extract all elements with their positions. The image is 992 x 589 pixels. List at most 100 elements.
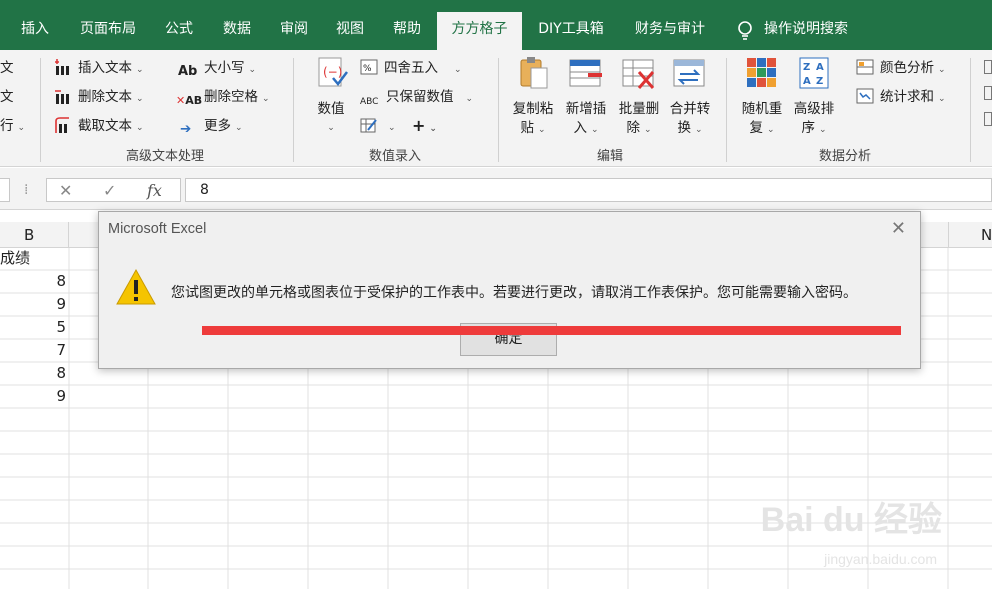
baidu-watermark-url: jingyan.baidu.com [824, 551, 937, 567]
cut-item-1[interactable]: 文 [0, 57, 14, 79]
svg-text:Z: Z [816, 76, 823, 87]
add-insert-line1: 新增插 [565, 101, 607, 117]
tab-page-layout[interactable]: 页面布局 [70, 12, 146, 50]
cancel-icon[interactable]: ✕ [59, 181, 72, 200]
value-icon: (−) [318, 57, 348, 87]
delete-spaces-button[interactable]: ✕AB 删除空格 ⌄ [176, 86, 270, 108]
tab-insert[interactable]: 插入 [10, 12, 60, 50]
keep-numbers-label: 只保留数值 [386, 89, 454, 105]
color-analysis-icon [856, 59, 874, 75]
tab-finance-audit[interactable]: 财务与审计 [624, 12, 716, 50]
add-insert-line2: 入 [573, 120, 587, 136]
cut-item-2[interactable]: 文 [0, 86, 14, 108]
dialog-message: 您试图更改的单元格或图表位于受保护的工作表中。若要进行更改，请取消工作表保护。您… [171, 285, 857, 301]
advanced-sort-line2: 序 [801, 120, 815, 136]
abc-icon: ABC [360, 97, 379, 107]
plus-button[interactable]: + ⌄ [412, 115, 437, 137]
svg-text:A: A [803, 76, 811, 87]
ribbon: 文 文 行 ⌄ 插入文本 ⌄ 删除文本 ⌄ 截取文本 ⌄ Ab 大小写 ⌄ ✕AB 删除空格 ⌄… [0, 50, 992, 167]
cell-b7[interactable]: 9 [0, 385, 66, 408]
case-label: 大小写 [204, 60, 245, 76]
svg-text:Z: Z [803, 62, 810, 73]
stats-sum-icon [856, 88, 874, 104]
cut-item-3[interactable]: 行 ⌄ [0, 115, 25, 137]
cell-b4[interactable]: 5 [0, 316, 66, 339]
arrow-right-icon: ➔ [180, 121, 192, 137]
stats-sum-button[interactable]: 统计求和 ⌄ [856, 86, 946, 108]
formula-input[interactable]: 8 [185, 178, 992, 202]
copy-paste-line2: 贴 [520, 120, 534, 136]
delete-text-button[interactable]: 删除文本 ⌄ [54, 86, 144, 108]
clipboard-icon [520, 57, 548, 89]
edit-values-button[interactable]: ⌄ [360, 115, 396, 137]
copy-paste-line1: 复制粘 [512, 101, 554, 117]
more-button[interactable]: ➔ 更多 ⌄ [180, 115, 243, 137]
group-label-edit: 编辑 [596, 149, 623, 164]
delete-spaces-label: 删除空格 [204, 89, 258, 105]
extract-text-label: 截取文本 [78, 118, 132, 134]
tell-me-search[interactable]: 操作说明搜索 [764, 12, 868, 50]
cell-b2[interactable]: 8 [0, 270, 66, 293]
extract-text-button[interactable]: 截取文本 ⌄ [54, 115, 144, 137]
plus-label: + [412, 116, 426, 135]
delete-spaces-icon: ✕AB [176, 94, 203, 107]
value-label: 数值 [317, 101, 345, 117]
random-repeat-button[interactable]: 随机重 复 ⌄ [737, 56, 787, 140]
cell-b3[interactable]: 9 [0, 293, 66, 316]
group-label-text: 高级文本处理 [125, 149, 204, 164]
color-analysis-button[interactable]: 颜色分析 ⌄ [856, 57, 946, 79]
column-header-n[interactable]: N [948, 222, 992, 248]
close-icon[interactable]: ✕ [891, 218, 906, 239]
color-analysis-label: 颜色分析 [880, 60, 934, 76]
name-box[interactable] [0, 178, 10, 202]
group-label-analysis: 数据分析 [818, 149, 871, 164]
tab-diy-toolbox[interactable]: DIY工具箱 [528, 12, 614, 50]
column-header-b[interactable]: B [0, 222, 69, 248]
merge-convert-line2: 换 [677, 120, 691, 136]
dialog-title: Microsoft Excel [108, 221, 207, 237]
stats-sum-label: 统计求和 [880, 89, 934, 105]
warning-icon [116, 268, 156, 305]
more-label: 更多 [204, 118, 231, 134]
formula-bar: ⁞ ✕ ✓ fx 8 [0, 168, 992, 210]
random-repeat-line1: 随机重 [741, 101, 783, 117]
keep-numbers-button[interactable]: ABC 只保留数值 ⌄ [360, 86, 473, 108]
cut-item-3-label: 行 [0, 118, 14, 134]
tab-view[interactable]: 视图 [326, 12, 374, 50]
grid-pencil-icon [360, 118, 377, 133]
insert-text-label: 插入文本 [78, 60, 132, 76]
batch-delete-button[interactable]: 批量删 除 ⌄ [614, 56, 664, 140]
batch-delete-icon [622, 59, 655, 89]
confirm-icon[interactable]: ✓ [103, 181, 116, 200]
dialog-body: 您试图更改的单元格或图表位于受保护的工作表中。若要进行更改，请取消工作表保护。您… [99, 250, 920, 368]
copy-paste-button[interactable]: 复制粘 贴 ⌄ [508, 56, 558, 140]
lightbulb-icon [738, 21, 752, 40]
round-label: 四舍五入 [384, 60, 438, 76]
case-icon: Ab [178, 64, 198, 79]
svg-text:%: % [363, 64, 372, 74]
tab-formulas[interactable]: 公式 [154, 12, 204, 50]
round-button[interactable]: % 四舍五入 ⌄ [360, 57, 462, 79]
column-header-n-label: N [981, 226, 992, 244]
extract-text-icon [55, 117, 69, 133]
tab-fangfanggezi[interactable]: 方方格子 [437, 12, 522, 50]
advanced-sort-line1: 高级排 [793, 101, 835, 117]
tab-help[interactable]: 帮助 [382, 12, 432, 50]
tab-review[interactable]: 审阅 [270, 12, 318, 50]
insert-text-button[interactable]: 插入文本 ⌄ [54, 57, 144, 79]
cell-b1[interactable]: 成绩 [0, 247, 60, 270]
case-button[interactable]: Ab 大小写 ⌄ [178, 57, 256, 79]
insert-rows-icon [569, 59, 602, 87]
advanced-sort-button[interactable]: ZAAZ 高级排 序 ⌄ [789, 56, 839, 140]
value-button[interactable]: (−) 数值 ⌄ [308, 56, 354, 138]
delete-text-label: 删除文本 [78, 89, 132, 105]
insert-text-icon [55, 59, 69, 75]
add-insert-button[interactable]: 新增插 入 ⌄ [561, 56, 611, 140]
insert-function-icon[interactable]: fx [147, 181, 162, 200]
merge-convert-button[interactable]: 合并转 换 ⌄ [665, 56, 715, 140]
tab-data[interactable]: 数据 [212, 12, 262, 50]
cell-b6[interactable]: 8 [0, 362, 66, 385]
batch-delete-line2: 除 [626, 120, 640, 136]
protected-sheet-dialog: Microsoft Excel ✕ 您试图更改的单元格或图表位于受保护的工作表中… [98, 211, 921, 369]
cell-b5[interactable]: 7 [0, 339, 66, 362]
